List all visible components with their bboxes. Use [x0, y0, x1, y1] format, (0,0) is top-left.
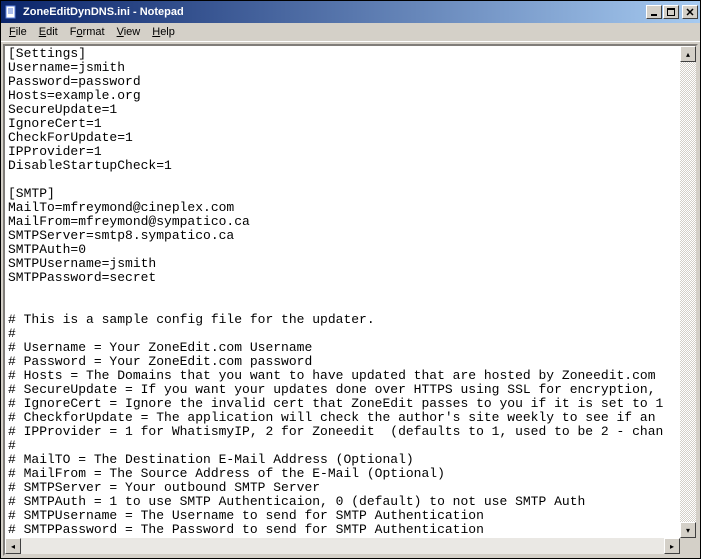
- menu-file[interactable]: File: [3, 24, 33, 40]
- menu-edit[interactable]: Edit: [33, 24, 64, 40]
- horizontal-scrollbar[interactable]: ◂ ▸: [5, 538, 680, 554]
- close-button[interactable]: [682, 5, 698, 19]
- vertical-scroll-track[interactable]: [680, 62, 696, 522]
- minimize-button[interactable]: [646, 5, 662, 19]
- menu-view[interactable]: View: [111, 24, 147, 40]
- scroll-up-button[interactable]: ▴: [680, 46, 696, 62]
- window-title: ZoneEditDynDNS.ini - Notepad: [23, 6, 646, 18]
- editor-container: [Settings] Username=jsmith Password=pass…: [1, 42, 700, 558]
- titlebar: ZoneEditDynDNS.ini - Notepad: [1, 1, 700, 23]
- scroll-down-button[interactable]: ▾: [680, 522, 696, 538]
- maximize-button[interactable]: [663, 5, 679, 19]
- menu-format[interactable]: Format: [64, 24, 111, 40]
- horizontal-scroll-track[interactable]: [21, 538, 664, 554]
- window-controls: [646, 5, 698, 19]
- text-editor[interactable]: [Settings] Username=jsmith Password=pass…: [5, 46, 680, 538]
- scroll-corner: [680, 538, 696, 554]
- notepad-icon: [3, 4, 19, 20]
- vertical-scrollbar[interactable]: ▴ ▾: [680, 46, 696, 538]
- scroll-right-button[interactable]: ▸: [664, 538, 680, 554]
- menu-help[interactable]: Help: [146, 24, 181, 40]
- menubar: File Edit Format View Help: [1, 23, 700, 42]
- scroll-left-button[interactable]: ◂: [5, 538, 21, 554]
